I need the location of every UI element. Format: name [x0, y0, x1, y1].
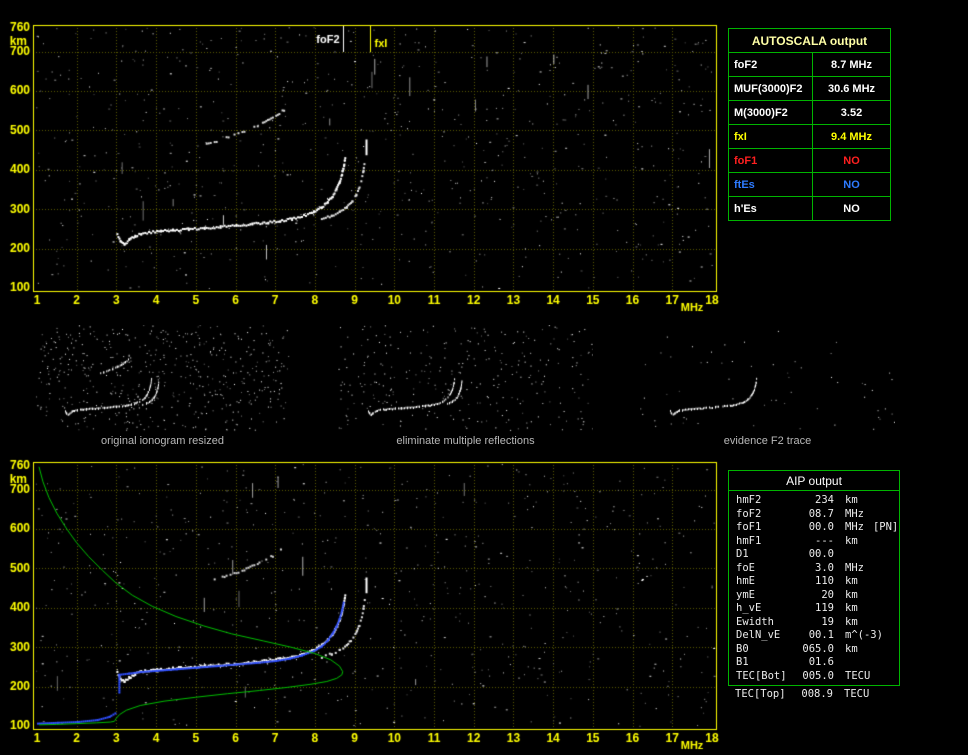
aip-param-unit: MHz — [845, 507, 864, 520]
aip-param-value: 119 — [815, 602, 834, 614]
aip-param-value: 3.0 — [815, 561, 834, 574]
autoscala-table-title: AUTOSCALA output — [728, 28, 891, 53]
aip-row: hmE 110 km — [729, 575, 899, 589]
aip-row: h_vE 119 km — [729, 602, 899, 616]
aip-row: Ewidth 19 km — [729, 616, 899, 630]
aip-row-tec-top: TEC[Top] 008.9 TECU — [728, 688, 900, 702]
aip-param-unit: km — [845, 602, 858, 614]
autoscala-param-value: NO — [812, 196, 891, 221]
aip-param-name: TEC[Top] — [735, 688, 786, 700]
aip-param-unit: MHz — [845, 521, 864, 533]
aip-param-value: 00.0 — [808, 548, 834, 560]
aip-param-value: 00.1 — [808, 629, 834, 641]
aip-param-unit: km — [845, 615, 858, 628]
aip-row: foE 3.0 MHz — [729, 562, 899, 576]
aip-param-value: 008.9 — [801, 688, 833, 700]
autoscala-param-name: fxI — [728, 124, 813, 149]
panel-caption-f2trace: evidence F2 trace — [723, 435, 812, 447]
aip-row: hmF1 --- km — [729, 535, 899, 549]
profile-ionogram-canvas — [0, 455, 728, 755]
aip-param-name: ymE — [736, 588, 755, 601]
aip-param-unit: km — [845, 642, 858, 655]
autoscala-param-value: 30.6 MHz — [812, 76, 891, 101]
aip-row: foF1 00.0 MHz [PN] — [729, 521, 899, 535]
aip-param-value: 08.7 — [808, 507, 834, 520]
autoscala-param-name: foF1 — [728, 148, 813, 173]
aip-param-name: h_vE — [736, 602, 762, 614]
aip-row: foF2 08.7 MHz — [729, 508, 899, 522]
aip-param-name: B0 — [736, 642, 749, 655]
autoscala-param-name: h'Es — [728, 196, 813, 221]
aip-param-name: foE — [736, 561, 755, 574]
original-ionogram-panel — [35, 325, 290, 432]
aip-param-unit: TECU — [845, 669, 871, 682]
aip-param-unit: m^(-3) — [845, 629, 883, 641]
aip-param-value: 19 — [821, 615, 834, 628]
aip-row: D1 00.0 — [729, 548, 899, 562]
panel-caption-original: original ionogram resized — [101, 435, 224, 447]
aip-param-value: 01.6 — [808, 656, 834, 668]
autoscala-row: foF2 8.7 MHz — [728, 52, 891, 77]
autoscala-param-name: foF2 — [728, 52, 813, 77]
aip-param-unit: TECU — [844, 688, 870, 700]
autoscala-row: M(3000)F2 3.52 — [728, 100, 891, 125]
aip-param-name: D1 — [736, 548, 749, 560]
autoscala-param-value: 8.7 MHz — [812, 52, 891, 77]
aip-row: ymE 20 km — [729, 589, 899, 603]
aip-row: hmF2 234 km — [729, 494, 899, 508]
autoscala-param-value: 9.4 MHz — [812, 124, 891, 149]
autoscala-app: Rome (lat: +41.8, lon: 012.5) - DATE: 20… — [0, 0, 968, 755]
aip-param-name: Ewidth — [736, 615, 774, 628]
aip-param-unit — [834, 548, 845, 562]
f2-trace-panel — [640, 325, 895, 432]
aip-row: B1 01.6 — [729, 656, 899, 670]
autoscala-param-name: ftEs — [728, 172, 813, 197]
autoscala-param-name: MUF(3000)F2 — [728, 76, 813, 101]
panel-caption-filtered: eliminate multiple reflections — [396, 435, 535, 447]
autoscala-row: foF1 NO — [728, 148, 891, 173]
aip-row: B0 065.0 km — [729, 643, 899, 657]
autoscala-row: ftEs NO — [728, 172, 891, 197]
aip-output-panel: AIP output hmF2 234 km foF2 08.7 MHz foF1 00.0 M… — [728, 470, 900, 702]
autoscala-row: h'Es NO — [728, 196, 891, 221]
autoscala-param-name: M(3000)F2 — [728, 100, 813, 125]
aip-param-unit: MHz — [845, 561, 864, 574]
aip-param-value: 005.0 — [802, 669, 834, 682]
aip-param-value: --- — [815, 534, 834, 547]
aip-param-name: B1 — [736, 656, 749, 668]
aip-param-name: foF2 — [736, 507, 762, 520]
aip-param-unit: km — [845, 494, 858, 506]
autoscala-table-body: foF2 8.7 MHz MUF(3000)F2 30.6 MHz M(3000)F2 3… — [728, 52, 891, 221]
autoscala-param-value: 3.52 — [812, 100, 891, 125]
aip-param-unit: km — [845, 534, 858, 547]
aip-table-title: AIP output — [729, 471, 899, 491]
autoscala-param-value: NO — [812, 172, 891, 197]
aip-param-unit — [834, 656, 845, 670]
aip-param-value: 110 — [815, 575, 834, 587]
aip-row: TEC[Bot] 005.0 TECU — [729, 670, 899, 684]
autoscala-param-value: NO — [812, 148, 891, 173]
aip-param-unit: km — [845, 588, 858, 601]
aip-param-name: hmF1 — [736, 534, 762, 547]
aip-param-name: hmF2 — [736, 494, 762, 506]
aip-param-value: 065.0 — [802, 642, 834, 655]
aip-table-rows: hmF2 234 km foF2 08.7 MHz foF1 00.0 MHz [PN] hmF1 -… — [729, 494, 899, 683]
aip-param-value: 234 — [815, 494, 834, 506]
aip-param-value: 00.0 — [808, 521, 834, 533]
aip-param-name: DelN_vE — [736, 629, 781, 641]
aip-output-box: AIP output hmF2 234 km foF2 08.7 MHz foF1 00.0 M… — [728, 470, 900, 686]
filtered-ionogram-panel — [338, 325, 593, 432]
autoscala-row: MUF(3000)F2 30.6 MHz — [728, 76, 891, 101]
aip-param-name: TEC[Bot] — [736, 669, 787, 682]
autoscala-output-table: AUTOSCALA output foF2 8.7 MHz MUF(3000)F2 3… — [728, 28, 891, 221]
aip-param-unit: km — [845, 575, 858, 587]
ionogram-canvas — [0, 0, 728, 318]
aip-param-name: foF1 — [736, 521, 762, 533]
aip-param-note: [PN] — [872, 521, 899, 533]
aip-row: DelN_vE 00.1 m^(-3) — [729, 629, 899, 643]
autoscala-row: fxI 9.4 MHz — [728, 124, 891, 149]
aip-param-name: hmE — [736, 575, 755, 587]
autoscala-table-header: AUTOSCALA output — [728, 28, 891, 53]
aip-param-value: 20 — [821, 588, 834, 601]
